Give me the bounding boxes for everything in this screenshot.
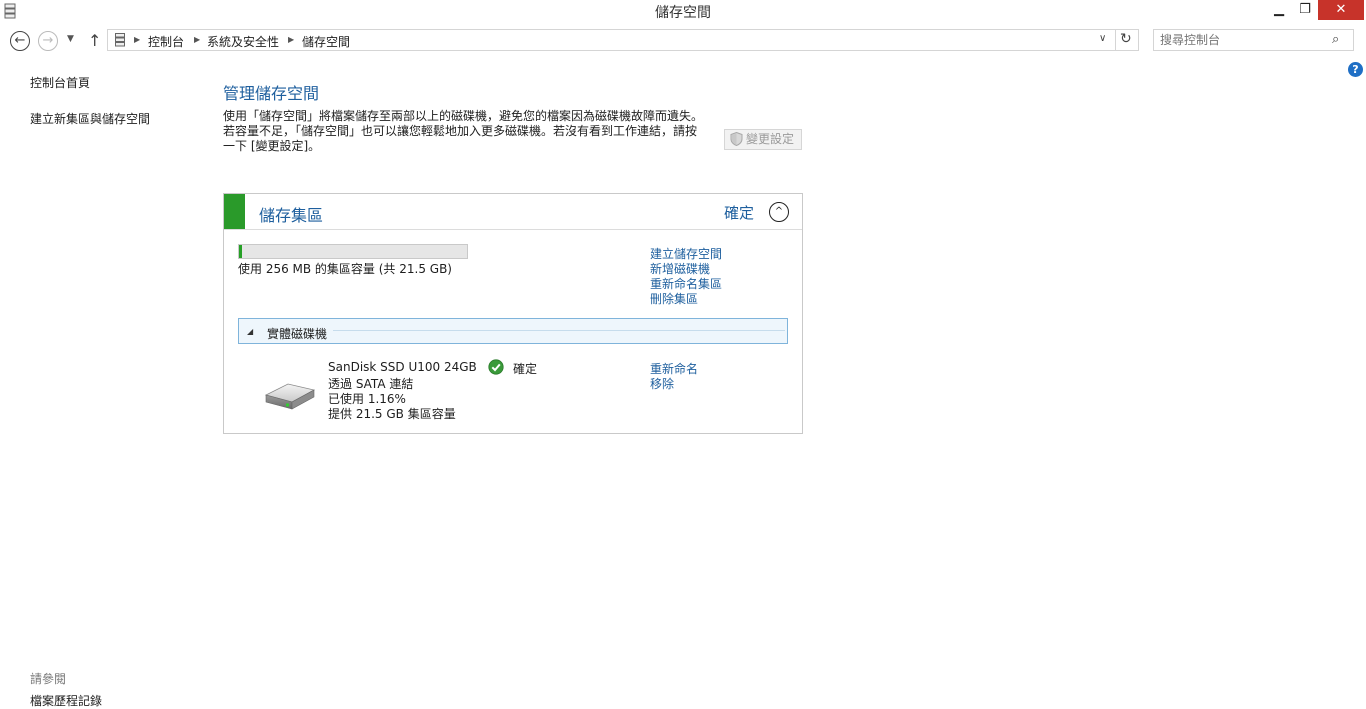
sidebar-item-control-panel-home[interactable]: 控制台首頁 — [30, 74, 90, 91]
recent-locations-icon[interactable]: ▼ — [67, 34, 74, 44]
drive-capacity: 提供 21.5 GB 集區容量 — [328, 407, 456, 421]
address-divider — [1115, 30, 1116, 50]
drive-status: 確定 — [513, 362, 538, 376]
close-button[interactable]: ✕ — [1318, 0, 1364, 20]
pool-status-accent — [224, 194, 245, 229]
back-button[interactable]: ← — [10, 31, 30, 51]
description-line: 一下 [變更設定]。 — [223, 139, 321, 153]
refresh-icon[interactable]: ↻ — [1120, 31, 1132, 47]
hard-drive-icon — [264, 383, 316, 410]
up-button[interactable]: ↑ — [88, 31, 101, 50]
remove-drive-link[interactable]: 移除 — [650, 375, 674, 392]
capacity-bar-fill — [239, 245, 242, 258]
storage-location-icon — [115, 33, 125, 47]
capacity-bar — [238, 244, 468, 259]
breadcrumb-separator-icon[interactable]: ▶ — [134, 35, 140, 44]
breadcrumb-control-panel[interactable]: 控制台 — [148, 33, 184, 50]
breadcrumb-separator-icon[interactable]: ▶ — [194, 35, 200, 44]
restore-button[interactable]: ❐ — [1292, 0, 1318, 20]
pool-title: 儲存集區 — [259, 206, 324, 225]
search-input[interactable] — [1160, 33, 1320, 47]
delete-pool-link[interactable]: 刪除集區 — [650, 290, 698, 307]
breadcrumb-separator-icon[interactable]: ▶ — [288, 35, 294, 44]
collapse-icon[interactable]: ^ — [769, 202, 789, 222]
breadcrumb-system-security[interactable]: 系統及安全性 — [207, 33, 279, 50]
drive-name: SanDisk SSD U100 24GB — [328, 360, 477, 374]
help-icon[interactable]: ? — [1348, 62, 1363, 77]
breadcrumb-storage-spaces[interactable]: 儲存空間 — [302, 33, 350, 50]
page-title: 管理儲存空間 — [223, 84, 320, 103]
group-header-line — [333, 330, 785, 331]
physical-drives-label: 實體磁碟機 — [267, 327, 328, 341]
minimize-button[interactable]: ▁ — [1266, 0, 1292, 20]
search-icon[interactable]: ⌕ — [1332, 32, 1339, 47]
expand-triangle-icon[interactable]: ◢ — [247, 327, 253, 336]
sidebar-item-create-pool[interactable]: 建立新集區與儲存空間 — [30, 110, 150, 127]
pool-header-divider — [224, 229, 802, 230]
uac-shield-icon — [730, 132, 743, 146]
pool-status: 確定 — [724, 204, 755, 222]
chevron-down-icon[interactable]: ∨ — [1099, 33, 1106, 44]
check-ok-icon — [488, 359, 504, 375]
sidebar-item-file-history[interactable]: 檔案歷程記錄 — [30, 692, 102, 709]
forward-button[interactable]: → — [38, 31, 58, 51]
see-also-heading: 請參閱 — [30, 672, 67, 686]
capacity-text: 使用 256 MB 的集區容量 (共 21.5 GB) — [238, 262, 452, 276]
window-title: 儲存空間 — [655, 5, 711, 21]
